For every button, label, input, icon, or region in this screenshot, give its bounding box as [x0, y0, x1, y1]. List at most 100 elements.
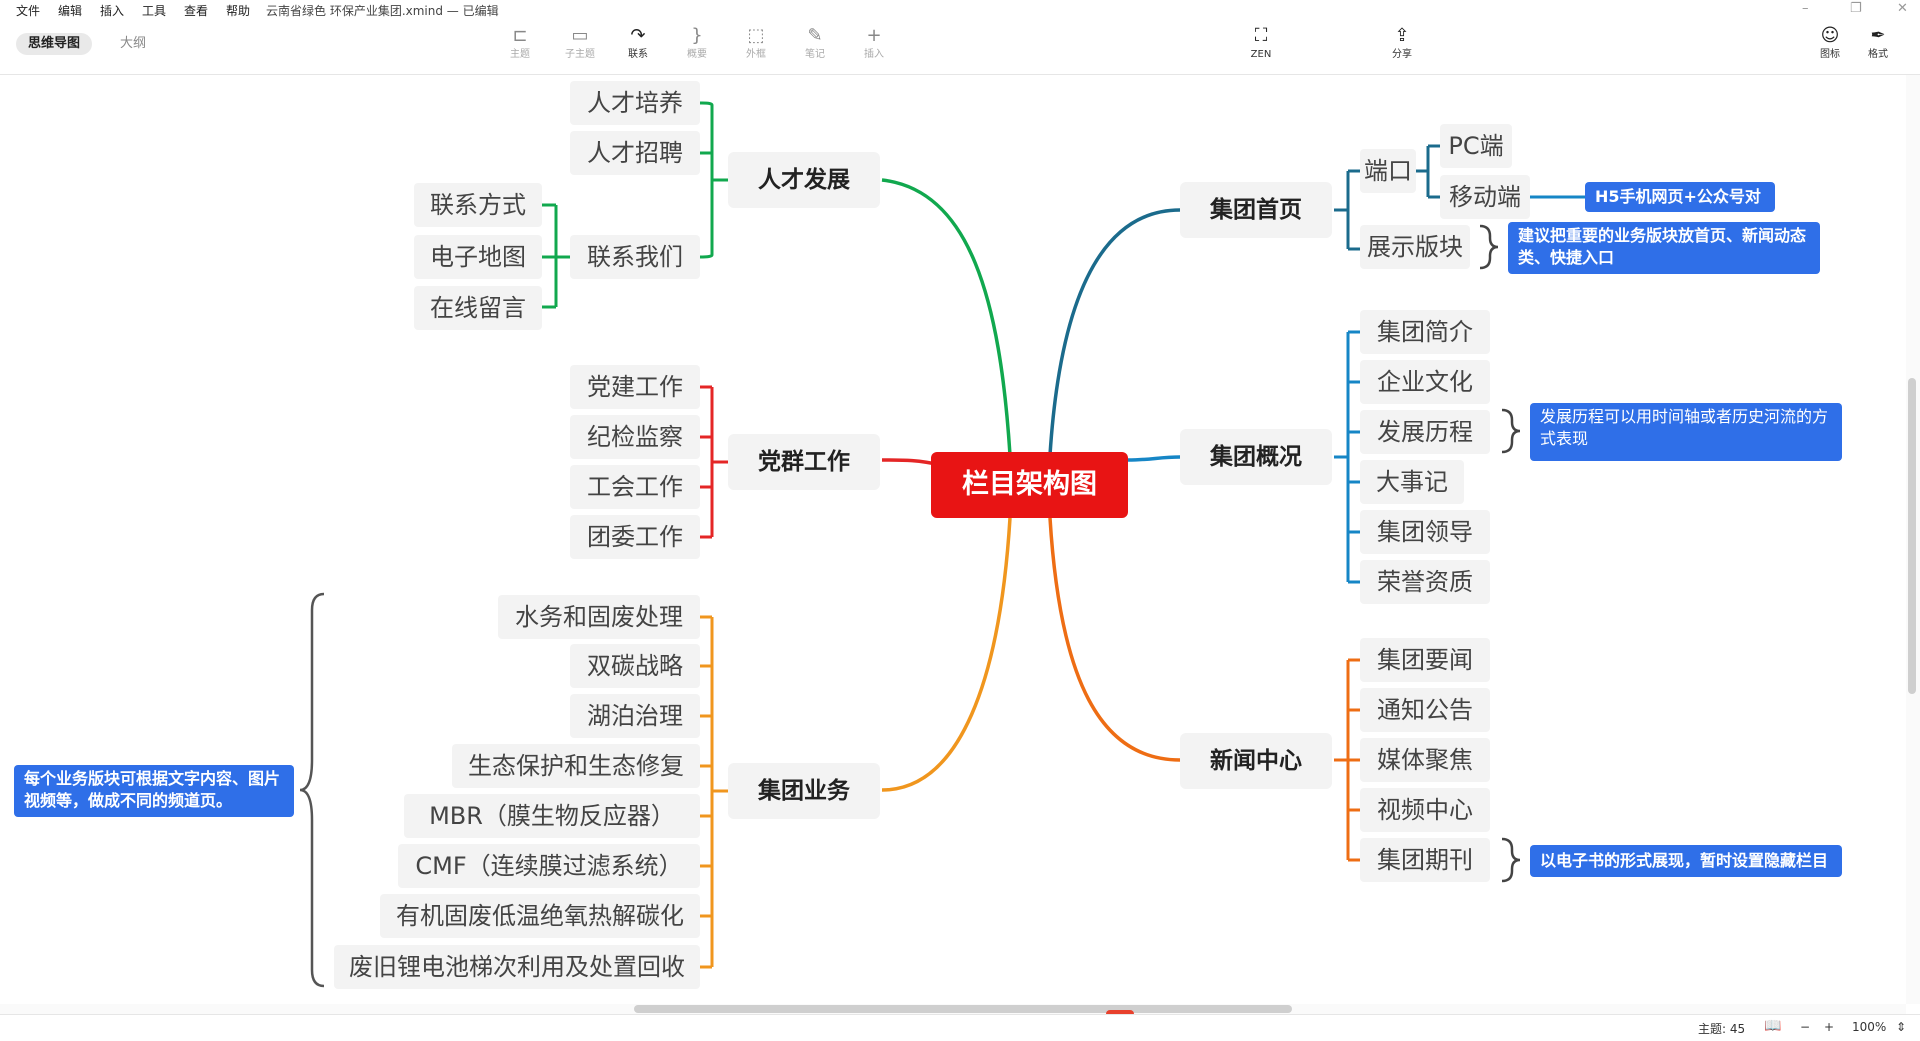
subtopic[interactable]: 大事记 — [1360, 460, 1464, 504]
subtopic[interactable]: 团委工作 — [570, 515, 700, 559]
vertical-scroll-thumb[interactable] — [1908, 378, 1916, 694]
topic-business[interactable]: 集团业务 — [728, 763, 880, 819]
subtopic[interactable]: 集团要闻 — [1360, 638, 1490, 682]
subtopic[interactable]: CMF（连续膜过滤系统） — [398, 844, 700, 888]
subtopic[interactable]: 移动端 — [1440, 175, 1530, 219]
subtopic[interactable]: 发展历程 — [1360, 410, 1490, 454]
topic-party[interactable]: 党群工作 — [728, 434, 880, 490]
summary-icon: } — [691, 25, 703, 46]
root-topic[interactable]: 栏目架构图 — [931, 452, 1128, 518]
connector-talent — [881, 178, 1012, 456]
boundary-icon: ⬚ — [747, 25, 765, 46]
share-label: 分享 — [1392, 49, 1412, 60]
topic-talent[interactable]: 人才发展 — [728, 152, 880, 208]
menu-help[interactable]: 帮助 — [226, 2, 250, 19]
tab-mindmap[interactable]: 思维导图 — [16, 33, 93, 55]
note-label: 笔记 — [805, 49, 825, 60]
subtopic-label: 子主题 — [565, 49, 595, 60]
title-bar: 文件 编辑 插入 工具 查看 帮助 云南省绿色 环保产业集团.xmind — 已… — [0, 0, 1920, 20]
brace-journal — [1501, 837, 1521, 883]
note-display[interactable]: 建议把重要的业务版块放首页、新闻动态类、快捷入口 — [1508, 222, 1820, 274]
connector-home — [1048, 208, 1181, 456]
topic-label: 主题 — [510, 49, 530, 60]
topic-news[interactable]: 新闻中心 — [1180, 733, 1332, 789]
status-bar: 主题: 45 📖 − + 100% ⇕ — [0, 1014, 1920, 1041]
zoom-in-button[interactable]: + — [1824, 1020, 1834, 1034]
topic-count: 主题: 45 — [1698, 1022, 1746, 1036]
relationship-button[interactable]: ↷ 联系 — [616, 24, 660, 72]
subtopic[interactable]: 有机固废低温绝氧热解碳化 — [380, 894, 700, 938]
subtopic[interactable]: 联系我们 — [570, 235, 700, 279]
subtopic[interactable]: MBR（膜生物反应器） — [404, 794, 700, 838]
note-button[interactable]: ✎ 笔记 — [793, 24, 837, 72]
zoom-out-button[interactable]: − — [1800, 1020, 1810, 1034]
smiley-icon: ☺ — [1820, 25, 1840, 46]
note-history[interactable]: 发展历程可以用时间轴或者历史河流的方式表现 — [1530, 403, 1842, 461]
subtopic[interactable]: 荣誉资质 — [1360, 560, 1490, 604]
subtopic[interactable]: 纪检监察 — [570, 415, 700, 459]
subtopic[interactable]: 通知公告 — [1360, 688, 1490, 732]
topic-home[interactable]: 集团首页 — [1180, 182, 1332, 238]
note-business[interactable]: 每个业务版块可根据文字内容、图片视频等，做成不同的频道页。 — [14, 765, 294, 817]
subtopic[interactable]: 在线留言 — [414, 286, 542, 330]
subtopic[interactable]: 视频中心 — [1360, 788, 1490, 832]
subtopic[interactable]: 展示版块 — [1360, 225, 1470, 269]
menu-edit[interactable]: 编辑 — [58, 2, 82, 19]
menu-insert[interactable]: 插入 — [100, 2, 124, 19]
subtopic[interactable]: 湖泊治理 — [570, 694, 700, 738]
book-icon[interactable]: 📖 — [1764, 1018, 1781, 1034]
note-icon: ✎ — [807, 25, 823, 46]
brace-display — [1479, 224, 1499, 270]
subtopic[interactable]: 党建工作 — [570, 365, 700, 409]
note-mobile[interactable]: H5手机网页+公众号对接 — [1585, 182, 1775, 230]
subtopic[interactable]: 联系方式 — [414, 183, 542, 227]
menu-view[interactable]: 查看 — [184, 2, 208, 19]
subtopic[interactable]: 集团简介 — [1360, 310, 1490, 354]
topic-button[interactable]: ⊏ 主题 — [498, 24, 542, 72]
boundary-button[interactable]: ⬚ 外框 — [734, 24, 778, 72]
subtopic[interactable]: PC端 — [1440, 124, 1512, 168]
subtopic-button[interactable]: ▭ 子主题 — [558, 24, 602, 72]
subtopic[interactable]: 生态保护和生态修复 — [452, 744, 700, 788]
topic-overview[interactable]: 集团概况 — [1180, 429, 1332, 485]
subtopic[interactable]: 集团领导 — [1360, 510, 1490, 554]
brush-icon: ✒ — [1870, 25, 1886, 46]
subtopic[interactable]: 废旧锂电池梯次利用及处置回收 — [334, 945, 700, 989]
format-button[interactable]: ✒ 格式 — [1856, 24, 1900, 72]
horizontal-scroll-thumb[interactable] — [634, 1005, 1292, 1013]
subtopic[interactable]: 集团期刊 — [1360, 838, 1490, 882]
connector-business — [881, 517, 1012, 792]
menu-file[interactable]: 文件 — [16, 2, 40, 19]
topic-icon: ⊏ — [512, 25, 528, 46]
subtopic[interactable]: 双碳战略 — [570, 644, 700, 688]
zen-icon: ⛶ — [1254, 25, 1268, 46]
tab-outline[interactable]: 大纲 — [108, 33, 158, 55]
subtopic[interactable]: 企业文化 — [1360, 360, 1490, 404]
subtopic[interactable]: 媒体聚焦 — [1360, 738, 1490, 782]
subtopic[interactable]: 工会工作 — [570, 465, 700, 509]
close-button[interactable]: ✕ — [1897, 1, 1908, 16]
subtopic[interactable]: 电子地图 — [414, 235, 542, 279]
summary-button[interactable]: } 概要 — [675, 24, 719, 72]
brace-history — [1501, 408, 1521, 454]
maximize-button[interactable]: ❐ — [1850, 1, 1862, 16]
zoom-stepper-icon[interactable]: ⇕ — [1896, 1020, 1906, 1034]
sticker-label: 图标 — [1820, 49, 1840, 60]
subtopic[interactable]: 水务和固废处理 — [498, 595, 700, 639]
sticker-button[interactable]: ☺ 图标 — [1808, 24, 1852, 72]
format-label: 格式 — [1868, 49, 1888, 60]
subtopic[interactable]: 人才培养 — [570, 81, 700, 125]
zen-button[interactable]: ⛶ ZEN — [1239, 24, 1283, 72]
insert-button[interactable]: + 插入 — [852, 24, 896, 72]
relationship-icon: ↷ — [630, 25, 646, 46]
minimize-button[interactable]: – — [1802, 1, 1809, 16]
share-button[interactable]: ⇪ 分享 — [1380, 24, 1424, 72]
document-title: 云南省绿色 环保产业集团.xmind — 已编辑 — [266, 4, 499, 18]
subtopic-port[interactable]: 端口 — [1360, 149, 1416, 193]
brace-business — [299, 592, 325, 988]
menu-tools[interactable]: 工具 — [142, 2, 166, 19]
note-journal[interactable]: 以电子书的形式展现，暂时设置隐藏栏目 — [1530, 845, 1842, 877]
subtopic[interactable]: 人才招聘 — [570, 131, 700, 175]
zoom-level[interactable]: 100% — [1852, 1020, 1886, 1034]
plus-icon: + — [866, 25, 882, 46]
